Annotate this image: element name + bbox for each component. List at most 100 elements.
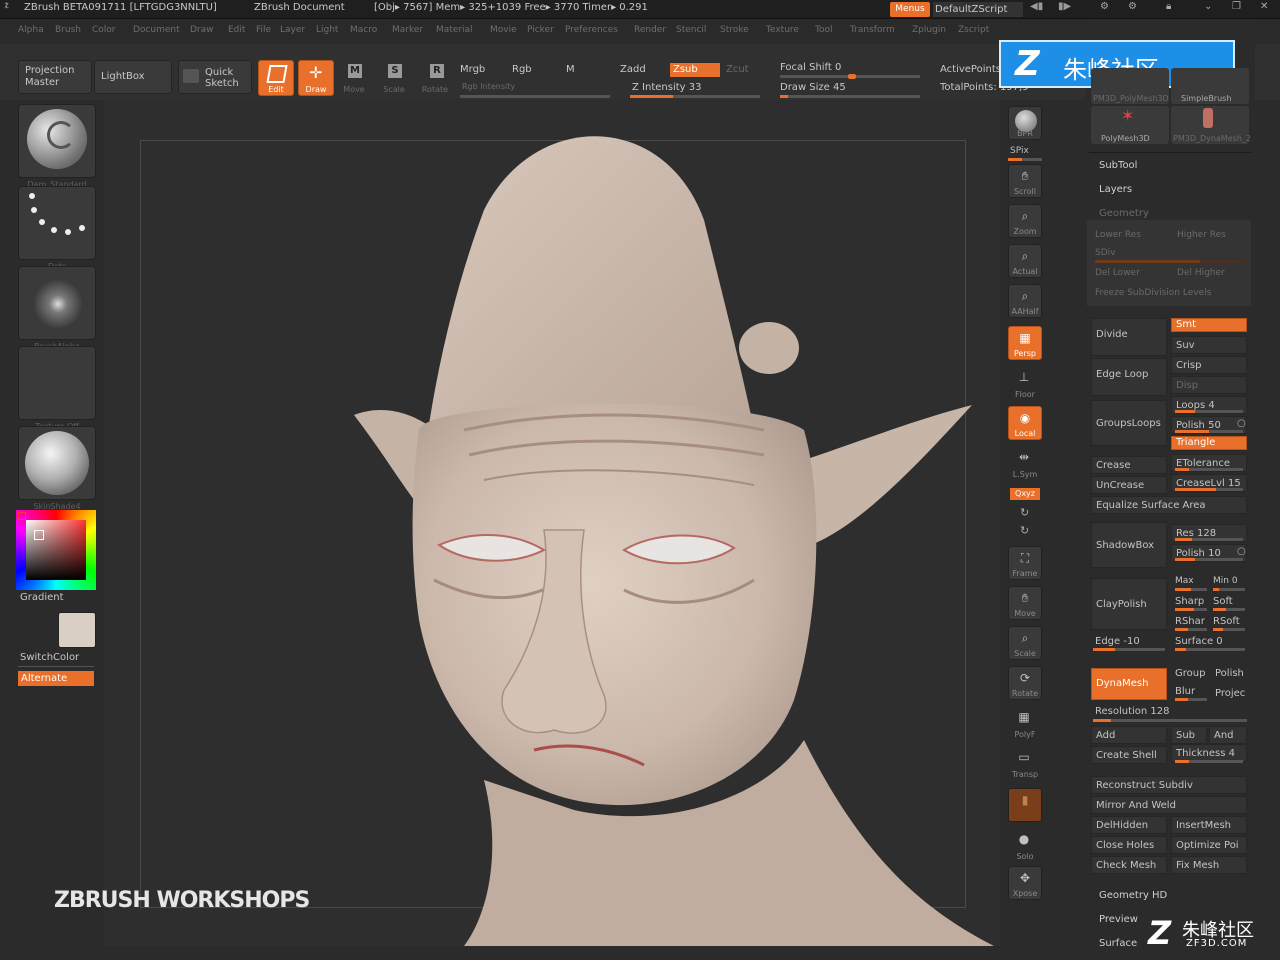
color-picker[interactable] (16, 510, 96, 590)
geometry-hd-section[interactable]: Geometry HD (1099, 890, 1167, 901)
bpr-button[interactable]: BPR (1008, 106, 1042, 140)
zsub-button[interactable]: Zsub (670, 63, 720, 77)
scroll-button[interactable]: ✋︎ Scroll (1008, 164, 1042, 198)
rotate-button[interactable]: R Rotate (418, 60, 452, 96)
edge-slider[interactable]: Edge -10 (1095, 636, 1140, 647)
dynamesh-button[interactable]: DynaMesh (1091, 668, 1167, 700)
rgb-button[interactable]: Rgb (512, 64, 532, 75)
menu-brush[interactable]: Brush (55, 25, 81, 35)
menu-light[interactable]: Light (316, 25, 338, 35)
switch-color-button[interactable]: SwitchColor (20, 652, 79, 663)
surface-section[interactable]: Surface (1099, 938, 1137, 949)
subtool-thumb-1[interactable]: PM3D_PolyMesh3D (1091, 68, 1169, 104)
texture-picker[interactable]: Texture Off (18, 346, 96, 431)
restore-icon[interactable]: ❐ (1232, 1, 1241, 12)
claypolish-button[interactable]: ClayPolish (1091, 578, 1167, 630)
lightbox-button[interactable]: LightBox (94, 60, 172, 94)
check-mesh-button[interactable]: Check Mesh (1091, 856, 1167, 874)
add-button[interactable]: Add (1091, 726, 1167, 744)
freeze-subdiv-button[interactable]: Freeze SubDivision Levels (1095, 288, 1211, 298)
reconstruct-subdiv-button[interactable]: Reconstruct Subdiv (1091, 776, 1247, 794)
suv-toggle[interactable]: Suv (1171, 336, 1247, 354)
menu-zplugin[interactable]: Zplugin (912, 25, 946, 35)
edit-button[interactable]: Edit (258, 60, 294, 96)
z-intensity-slider[interactable]: Z Intensity 33 (632, 82, 701, 93)
move-button[interactable]: M Move (338, 60, 370, 96)
rotate-z-icon[interactable]: ↻ (1020, 524, 1029, 537)
menu-material[interactable]: Material (436, 25, 473, 35)
crease-button[interactable]: Crease (1091, 456, 1167, 474)
min-slider[interactable]: Min 0 (1213, 576, 1238, 586)
menu-stroke[interactable]: Stroke (720, 25, 749, 35)
groups-loops-button[interactable]: GroupsLoops (1091, 400, 1167, 446)
disp-toggle[interactable]: Disp (1171, 376, 1247, 394)
floor-button[interactable]: ⊥ Floor (1008, 366, 1042, 400)
sharp-slider[interactable]: Sharp (1175, 596, 1204, 607)
draw-size-slider[interactable]: Draw Size 45 (780, 82, 846, 93)
triangle-toggle[interactable]: Triangle (1171, 436, 1247, 450)
sub-button[interactable]: Sub (1171, 726, 1207, 744)
create-shell-button[interactable]: Create Shell (1091, 746, 1167, 764)
subtool-section[interactable]: SubTool (1099, 160, 1137, 171)
menu-movie[interactable]: Movie (490, 25, 517, 35)
equalize-surface-button[interactable]: Equalize Surface Area (1091, 496, 1247, 514)
menu-marker[interactable]: Marker (392, 25, 423, 35)
optimize-points-button[interactable]: Optimize Poi (1171, 836, 1247, 854)
menu-draw[interactable]: Draw (190, 25, 214, 35)
close-holes-button[interactable]: Close Holes (1091, 836, 1167, 854)
fix-mesh-button[interactable]: Fix Mesh (1171, 856, 1247, 874)
menu-layer[interactable]: Layer (280, 25, 305, 35)
higher-res-button[interactable]: Higher Res (1177, 230, 1226, 240)
next-arrow-icon[interactable]: ▮▶ (1058, 1, 1071, 12)
xyz-button[interactable]: Qxyz (1010, 488, 1040, 500)
rsharp-slider[interactable]: RShar (1175, 616, 1205, 627)
menu-render[interactable]: Render (634, 25, 666, 35)
spix-slider[interactable]: SPix (1010, 146, 1029, 156)
blur-slider[interactable]: Blur (1175, 686, 1195, 697)
preview-section[interactable]: Preview (1099, 914, 1138, 925)
shadowbox-button[interactable]: ShadowBox (1091, 522, 1167, 568)
insertmesh-button[interactable]: InsertMesh (1171, 816, 1247, 834)
lock-icon[interactable]: 🔒︎ (1166, 1, 1171, 12)
menus-button[interactable]: Menus (890, 2, 930, 17)
edge-loop-button[interactable]: Edge Loop (1091, 358, 1167, 396)
draw-size-track[interactable] (780, 95, 920, 98)
persp-button[interactable]: ▦ Persp (1008, 326, 1042, 360)
xpose-button[interactable]: ✥ Xpose (1008, 866, 1042, 900)
m-button[interactable]: M (566, 64, 575, 75)
projection-master-button[interactable]: Projection Master (18, 60, 92, 94)
zoom-button[interactable]: ⌕ Zoom (1008, 204, 1042, 238)
surface-slider[interactable]: Surface 0 (1175, 636, 1223, 647)
menu-transform[interactable]: Transform (850, 25, 895, 35)
uncrease-button[interactable]: UnCrease (1091, 476, 1167, 494)
rotate-y-icon[interactable]: ↻ (1020, 506, 1029, 519)
alpha-picker[interactable]: BrushAlpha (18, 266, 96, 351)
zcut-button[interactable]: Zcut (726, 64, 749, 75)
brush-picker[interactable]: Dam_Standard (18, 104, 96, 189)
lower-res-button[interactable]: Lower Res (1095, 230, 1141, 240)
menu-preferences[interactable]: Preferences (565, 25, 618, 35)
geometry-section[interactable]: Geometry (1099, 208, 1149, 219)
delhidden-button[interactable]: DelHidden (1091, 816, 1167, 834)
actual-button[interactable]: ⌕ Actual (1008, 244, 1042, 278)
menu-file[interactable]: File (256, 25, 271, 35)
polyf-button[interactable]: ▦ PolyF (1008, 706, 1042, 740)
subtool-thumb-2[interactable]: SimpleBrush (1171, 68, 1249, 104)
smt-toggle[interactable]: Smt (1171, 318, 1247, 332)
scale-button[interactable]: S Scale (378, 60, 410, 96)
polish-circle-icon[interactable]: ○ (1237, 418, 1246, 429)
rgb-intensity-track[interactable] (460, 95, 610, 98)
prev-arrow-icon[interactable]: ◀▮ (1030, 1, 1043, 12)
divide-button[interactable]: Divide (1091, 318, 1167, 356)
del-lower-button[interactable]: Del Lower (1095, 268, 1140, 278)
sdiv-slider[interactable]: SDiv (1095, 248, 1115, 258)
soft-slider[interactable]: Soft (1213, 596, 1233, 607)
del-higher-button[interactable]: Del Higher (1177, 268, 1225, 278)
spix-track[interactable] (1008, 158, 1042, 161)
subtool-thumb-3[interactable]: ✶ PolyMesh3D (1091, 106, 1169, 144)
secondary-color-swatch[interactable] (58, 612, 96, 648)
z-intensity-track[interactable] (630, 95, 760, 98)
menu-stencil[interactable]: Stencil (676, 25, 706, 35)
scale-view-button[interactable]: ⌕ Scale (1008, 626, 1042, 660)
crisp-toggle[interactable]: Crisp (1171, 356, 1247, 374)
